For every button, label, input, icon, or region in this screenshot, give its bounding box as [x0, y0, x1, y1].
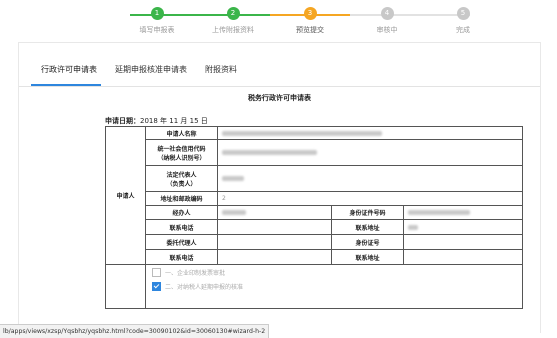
agent-value	[217, 234, 332, 250]
field-label: 经办人	[145, 205, 218, 220]
step-number: 2	[226, 7, 240, 20]
application-date: 申请日期：2018 年 11 月 15 日	[105, 116, 208, 126]
agent-address-value	[403, 249, 523, 265]
phone-value	[217, 219, 332, 235]
option-row: 二、对纳税人延期申报的核准	[152, 279, 522, 293]
empty-cell	[105, 264, 146, 309]
table-row: 法定代表人 （负责人）	[106, 165, 523, 192]
field-label: 联系电话	[145, 249, 218, 265]
step-number: 5	[456, 7, 470, 20]
field-label: 地址和邮政编码	[145, 191, 218, 206]
tab-permit-application[interactable]: 行政许可申请表	[41, 64, 97, 75]
id-number-value	[403, 205, 523, 220]
table-row: 一、企业印制发票审批 二、对纳税人延期申报的核准	[105, 264, 523, 309]
application-table: 申请人 申请人名称 统一社会信用代码 （纳税人识别号） 法定代表人 （负责人） …	[105, 126, 523, 309]
tab-bar: 行政许可申请表 延期申报核准申请表 附报资料	[19, 58, 540, 87]
handler-value	[217, 205, 332, 220]
legal-rep-value	[217, 165, 523, 192]
step-label: 完成	[456, 26, 470, 34]
field-label: 联系地址	[331, 249, 404, 265]
wizard-progress: 1 填写申报表 2 上传附报资料 3 预览提交 4 审核中 5 完成	[0, 0, 557, 40]
tab-extension-application[interactable]: 延期申报核准申请表	[115, 64, 187, 75]
field-label: 身份证件号码	[331, 205, 404, 220]
table-row: 地址和邮政编码 2	[106, 191, 523, 206]
active-tab-indicator	[31, 84, 101, 86]
credit-code-value	[217, 139, 523, 166]
status-bar-url: lb/apps/views/xzsp/Yqsbhz/yqsbhz.html?co…	[0, 324, 270, 338]
field-label: 身份证号	[331, 234, 404, 250]
table-row: 经办人 身份证件号码	[106, 205, 523, 220]
agent-phone-value	[217, 249, 332, 265]
step-number: 3	[303, 7, 317, 20]
option-2-checkbox[interactable]	[152, 281, 161, 291]
option-1-checkbox[interactable]	[152, 267, 161, 277]
address-value: 2	[217, 191, 523, 206]
field-label: 法定代表人 （负责人）	[145, 165, 218, 192]
table-row: 联系电话 联系地址	[106, 219, 523, 235]
field-label: 申请人名称	[145, 126, 218, 140]
tab-attachments[interactable]: 附报资料	[205, 64, 237, 75]
content-panel: 行政许可申请表 延期申报核准申请表 附报资料 税务行政许可申请表 申请日期：20…	[18, 42, 541, 333]
option-label: 二、对纳税人延期申报的核准	[165, 283, 244, 291]
field-label: 统一社会信用代码 （纳税人识别号）	[145, 139, 218, 166]
form-title: 税务行政许可申请表	[248, 94, 311, 102]
contact-address-value	[403, 219, 523, 235]
applicant-name-value	[217, 126, 523, 140]
date-label: 申请日期：	[105, 117, 140, 125]
step-number: 4	[380, 7, 394, 20]
group-label: 申请人	[105, 126, 146, 265]
table-row: 申请人 申请人名称	[105, 126, 523, 265]
wizard-step-5: 5 完成	[418, 7, 508, 35]
field-label: 联系地址	[331, 219, 404, 235]
permit-options: 一、企业印制发票审批 二、对纳税人延期申报的核准	[145, 264, 523, 309]
date-value: 2018 年 11 月 15 日	[140, 117, 208, 125]
step-number: 1	[150, 7, 164, 20]
field-label: 委托代理人	[145, 234, 218, 250]
field-label: 联系电话	[145, 219, 218, 235]
table-row: 委托代理人 身份证号	[106, 234, 523, 250]
agent-id-value	[403, 234, 523, 250]
option-label: 一、企业印制发票审批	[165, 269, 226, 277]
table-row: 统一社会信用代码 （纳税人识别号）	[106, 139, 523, 166]
option-row: 一、企业印制发票审批	[152, 266, 522, 280]
table-row: 联系电话 联系地址	[106, 249, 523, 265]
